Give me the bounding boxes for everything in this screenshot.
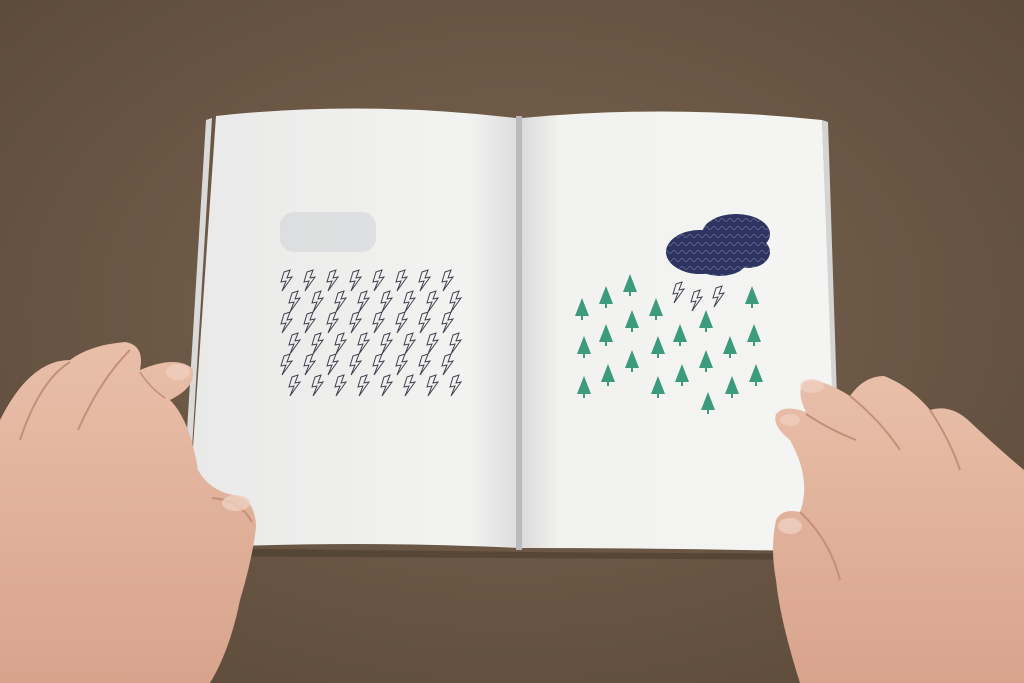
photo-scene [0,0,1024,683]
left-page [186,108,518,549]
faint-cloud-smudge [280,212,376,252]
photo-canvas [0,0,1024,683]
book-gutter [516,116,522,550]
